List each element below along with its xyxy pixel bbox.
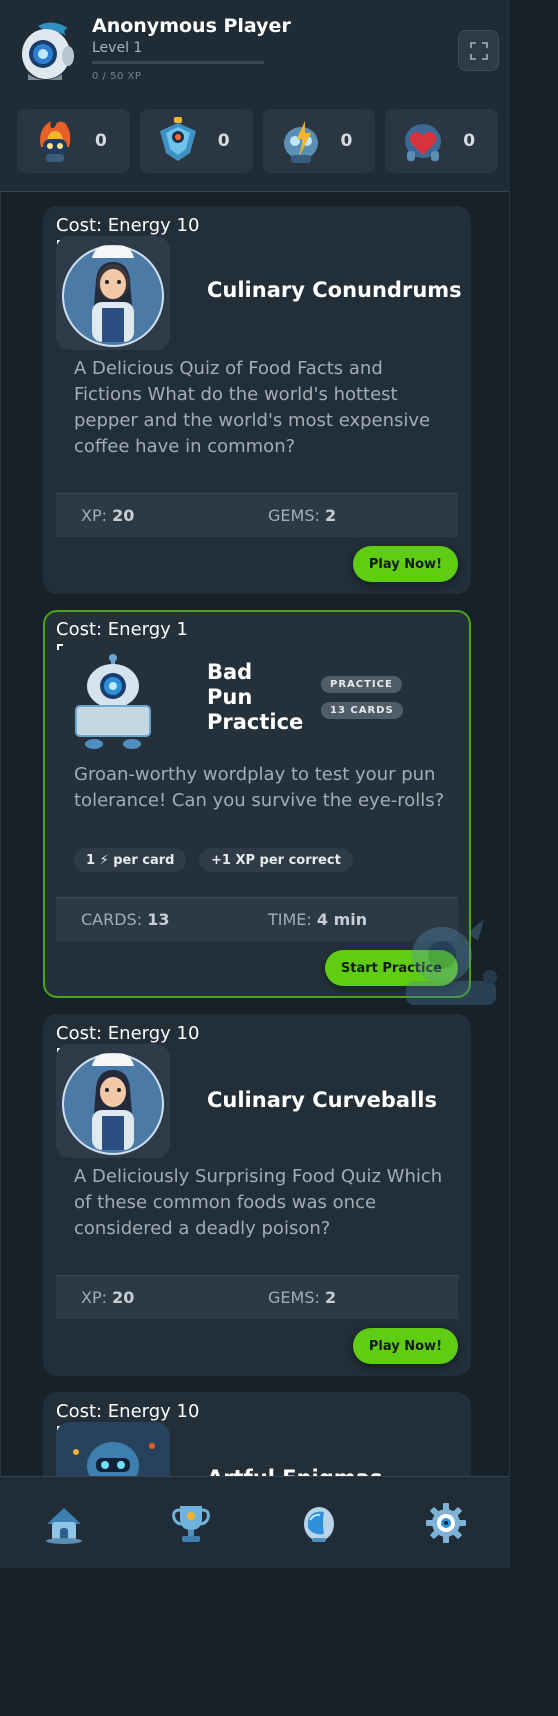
card-cost: Cost: Energy 10: [56, 1401, 200, 1422]
quiz-card-artful-enigmas[interactable]: Cost: Energy 10 Artful Enigmas: [43, 1392, 471, 1476]
stat-fire[interactable]: 0: [17, 109, 130, 173]
artist-robot-icon: [56, 1422, 170, 1476]
reward-bar: XP: 20 GEMS: 2: [56, 1275, 458, 1319]
xp-bonus-pill: +1 XP per correct: [199, 848, 353, 872]
card-thumbnail: [56, 236, 170, 350]
xp-reward: XP: 20: [81, 506, 135, 525]
cards-count: CARDS: 13: [81, 910, 170, 929]
gems-reward: GEMS: 2: [268, 506, 337, 525]
quiz-card-culinary-conundrums[interactable]: Cost: Energy 10 Culinary Conundrums A De…: [43, 206, 471, 594]
nav-profile[interactable]: [255, 1477, 383, 1568]
card-count-badge: 13 CARDS: [321, 702, 403, 719]
fullscreen-icon: [469, 41, 488, 60]
trophy-icon: [172, 1505, 211, 1542]
stat-value: 0: [340, 131, 353, 151]
card-title-line: Pun: [207, 685, 253, 709]
practice-badge: PRACTICE: [321, 676, 402, 693]
bottom-navigation: [0, 1476, 510, 1568]
card-cost: Cost: Energy 1: [56, 619, 188, 640]
stats-row: 0 0 0 0: [17, 109, 498, 173]
energy-robot-icon: [283, 121, 318, 163]
xp-progress-bar: [92, 61, 264, 64]
helmet-icon: [303, 1506, 334, 1542]
player-level: Level 1: [92, 40, 143, 56]
card-title-line: Bad: [207, 660, 253, 684]
stat-value: 0: [463, 131, 476, 151]
fullscreen-button[interactable]: [458, 30, 499, 71]
sign-robot-icon: [75, 654, 151, 749]
play-now-button[interactable]: Play Now!: [352, 1328, 458, 1364]
xp-text: 0 / 50 XP: [92, 71, 142, 82]
card-thumbnail: [56, 1422, 170, 1476]
card-title: Culinary Curveballs: [207, 1088, 437, 1112]
card-cost: Cost: Energy 10: [56, 1023, 200, 1044]
heart-robot-icon: [405, 124, 442, 161]
card-thumbnail: [56, 1044, 170, 1158]
settings-gear-icon: [426, 1502, 467, 1543]
stat-gems[interactable]: 0: [139, 109, 253, 173]
player-name: Anonymous Player: [92, 15, 291, 37]
card-title: Culinary Conundrums: [207, 278, 462, 302]
nav-home[interactable]: [0, 1477, 128, 1568]
player-header: Anonymous Player Level 1 0 / 50 XP 0 0 0…: [0, 0, 510, 192]
chef-robot-icon: [62, 1053, 164, 1155]
card-description: A Delicious Quiz of Food Facts and Ficti…: [74, 358, 431, 457]
nav-leaderboard[interactable]: [128, 1477, 256, 1568]
card-title: Bad Pun Practice: [207, 660, 303, 735]
stat-value: 0: [95, 131, 107, 151]
fire-robot-icon: [40, 121, 71, 162]
stat-energy[interactable]: 0: [262, 109, 376, 173]
card-cost: Cost: Energy 10: [56, 215, 200, 236]
card-description: A Deliciously Surprising Food Quiz Which…: [74, 1166, 443, 1239]
time-estimate: TIME: 4 min: [268, 910, 368, 929]
quiz-card-culinary-curveballs[interactable]: Cost: Energy 10 Culinary Curveballs A De…: [43, 1014, 471, 1376]
energy-cost-pill: 1 ⚡ per card: [74, 848, 187, 872]
home-icon: [45, 1507, 82, 1544]
gems-reward: GEMS: 2: [268, 1288, 337, 1307]
reward-bar: XP: 20 GEMS: 2: [56, 493, 458, 537]
card-title: Artful Enigmas: [207, 1466, 382, 1476]
mascot-robot-icon: [406, 919, 497, 1005]
nav-settings[interactable]: [383, 1477, 511, 1568]
stat-value: 0: [217, 131, 230, 151]
stat-hearts[interactable]: 0: [385, 109, 498, 173]
play-now-button[interactable]: Play Now!: [352, 546, 458, 582]
gem-robot-icon: [159, 117, 196, 161]
robot-avatar-icon[interactable]: [18, 20, 76, 82]
card-description: Groan-worthy wordplay to test your pun t…: [74, 764, 445, 811]
xp-reward: XP: 20: [81, 1288, 135, 1307]
chef-robot-icon: [62, 245, 164, 347]
card-title-line: Practice: [207, 710, 304, 734]
card-thumbnail: [56, 640, 170, 754]
